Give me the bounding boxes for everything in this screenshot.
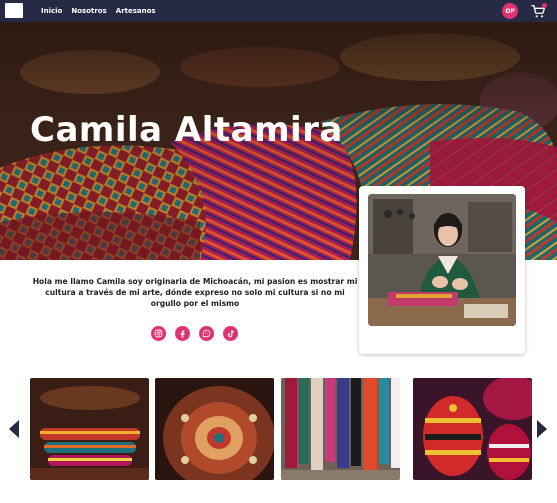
gallery-item[interactable] [30, 378, 149, 480]
avatar-initials: OP [505, 7, 515, 15]
artisan-intro-text: Hola me llamo Camila soy originaria de M… [32, 277, 358, 308]
gallery-item[interactable] [155, 378, 274, 480]
hero-title: Camila Altamira [30, 110, 343, 150]
tiktok-icon-svg [227, 330, 234, 338]
facebook-icon[interactable] [175, 326, 190, 341]
gallery-item[interactable] [413, 378, 532, 480]
gallery-image-painted-pottery [155, 378, 274, 480]
artisan-photo-image [368, 194, 516, 326]
artisan-photo-card [359, 186, 525, 354]
nav-links: Inicio Nosotros Artesanos [41, 0, 156, 22]
social-links [151, 326, 238, 341]
cart-badge [542, 3, 547, 8]
navbar: Inicio Nosotros Artesanos OP [0, 0, 557, 22]
whatsapp-icon-svg [202, 329, 211, 338]
instagram-icon-svg [154, 329, 163, 338]
instagram-icon[interactable] [151, 326, 166, 341]
nav-link-artesanos[interactable]: Artesanos [116, 7, 156, 15]
nav-link-inicio[interactable]: Inicio [41, 7, 62, 15]
carousel-prev-arrow[interactable] [9, 420, 19, 438]
artisan-photo [368, 194, 516, 326]
tiktok-icon[interactable] [223, 326, 238, 341]
whatsapp-icon[interactable] [199, 326, 214, 341]
gallery-image-woven-bracelets [30, 378, 149, 480]
gallery-image-painted-eggs [413, 378, 532, 480]
gallery-item[interactable] [281, 378, 400, 480]
gallery-image-hanging-rebozos [281, 378, 400, 480]
carousel-next-arrow[interactable] [537, 420, 547, 438]
nav-link-nosotros[interactable]: Nosotros [71, 7, 106, 15]
facebook-icon-svg [180, 330, 185, 338]
user-avatar[interactable]: OP [502, 3, 518, 19]
logo[interactable] [5, 3, 23, 18]
